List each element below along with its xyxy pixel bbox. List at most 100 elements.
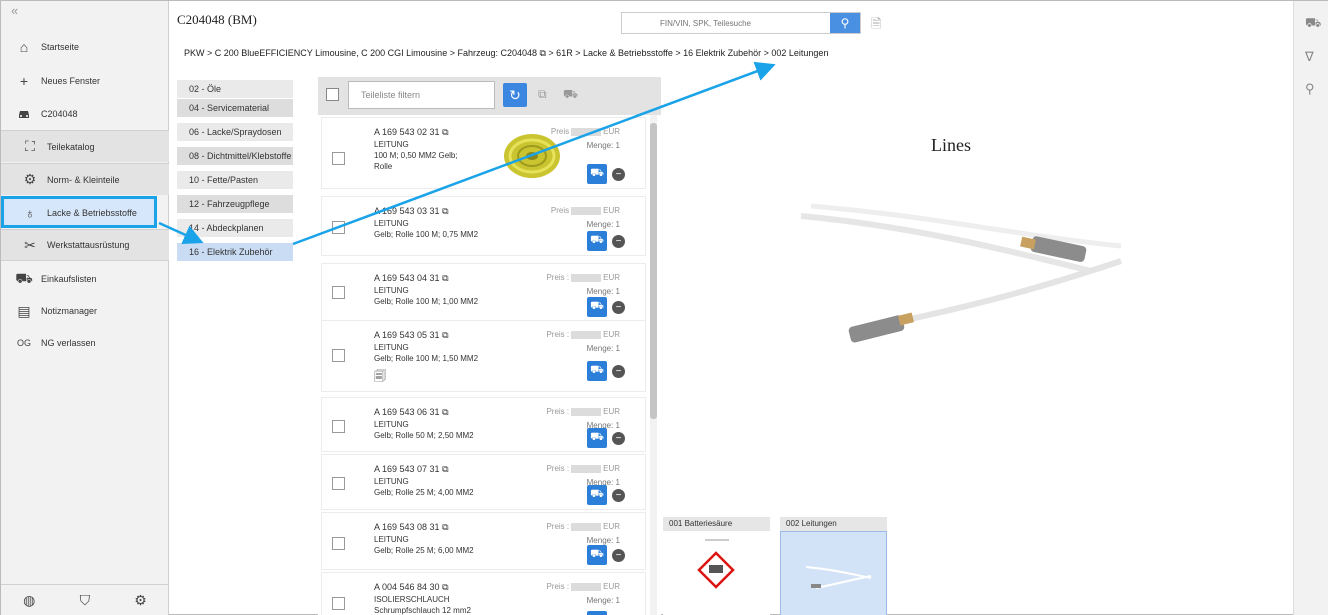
sidebar-item-werkstattausruestung[interactable]: ✂ Werkstattausrüstung	[1, 229, 169, 261]
copy-icon[interactable]: ⧉	[442, 522, 448, 532]
sidebar-item-norm-kleinteile[interactable]: ⚙ Norm- & Kleinteile	[1, 163, 169, 195]
part-price: Preis : EUR	[546, 330, 620, 339]
part-price: Preis EUR	[550, 127, 620, 136]
part-description: Gelb; Rolle 25 M; 6,00 MM2	[374, 546, 474, 555]
cart-icon[interactable]: ⛟	[1305, 15, 1321, 33]
part-number: A 169 543 08 31 ⧉	[374, 522, 449, 532]
cart-icon: ⛟	[590, 548, 604, 560]
category-item-selected[interactable]: 16 - Elektrik Zubehör	[177, 243, 293, 262]
refresh-button[interactable]: ↻	[503, 83, 527, 107]
category-item[interactable]: 14 - Abdeckplanen	[177, 219, 293, 238]
copy-icon[interactable]: ⧉	[442, 330, 448, 340]
collapse-sidebar-icon[interactable]: «	[11, 3, 18, 18]
part-checkbox[interactable]	[332, 537, 345, 550]
remove-icon[interactable]: −	[612, 489, 625, 502]
part-name: LEITUNG	[374, 420, 409, 429]
search-icon[interactable]: ⚲	[1305, 81, 1315, 97]
search-icon: ⚲	[840, 16, 850, 30]
document-search-icon[interactable]: 🗎	[871, 15, 881, 37]
part-checkbox[interactable]	[332, 221, 345, 234]
globe-icon[interactable]: ◍	[23, 592, 35, 609]
part-row: A 169 543 06 31 ⧉ LEITUNG Gelb; Rolle 50…	[321, 397, 646, 452]
breadcrumb: PKW > C 200 BlueEFFICIENCY Limousine, C …	[184, 48, 829, 58]
part-price: Preis EUR	[550, 206, 620, 215]
lines-product-image	[800, 203, 1122, 343]
add-to-cart-button[interactable]: ⛟	[587, 231, 607, 251]
sidebar-item-label: Startseite	[41, 42, 80, 52]
thumbnail-leitungen[interactable]	[780, 531, 887, 615]
search-input[interactable]	[622, 13, 830, 33]
copy-icon[interactable]: ⧉	[442, 582, 448, 592]
note-icon[interactable]: 🗐	[374, 367, 386, 388]
cart-icon: ⛟	[590, 167, 604, 179]
add-to-cart-button[interactable]: ⛟	[587, 611, 607, 615]
copy-icon[interactable]: ⧉	[442, 206, 448, 216]
cart-icon[interactable]: ⛟	[563, 87, 578, 103]
copy-icon[interactable]: ⧉	[442, 273, 448, 283]
copy-icon[interactable]: ⧉	[442, 464, 448, 474]
remove-icon[interactable]: −	[612, 235, 625, 248]
parts-filter-input[interactable]: Teileliste filtern	[348, 81, 495, 109]
copy-icon[interactable]: ⧉	[442, 407, 448, 417]
add-to-cart-button[interactable]: ⛟	[587, 297, 607, 317]
add-to-cart-button[interactable]: ⛟	[587, 361, 607, 381]
part-checkbox[interactable]	[332, 477, 345, 490]
add-to-cart-button[interactable]: ⛟	[587, 164, 607, 184]
sidebar-item-ng-verlassen[interactable]: OG NG verlassen	[1, 327, 169, 359]
part-checkbox[interactable]	[332, 597, 345, 610]
part-description: Gelb; Rolle 50 M; 2,50 MM2	[374, 431, 474, 440]
sidebar-item-teilekatalog[interactable]: ⛶ Teilekatalog	[1, 130, 169, 162]
add-to-cart-button[interactable]: ⛟	[587, 545, 607, 565]
part-number: A 169 543 03 31 ⧉	[374, 206, 449, 216]
category-item[interactable]: 04 - Servicematerial	[177, 99, 293, 118]
settings-gear-icon[interactable]: ⚙	[134, 592, 147, 609]
sidebar-item-label: Neues Fenster	[41, 76, 101, 86]
copy-icon[interactable]: ⧉	[442, 127, 448, 137]
sidebar-item-label: Teilekatalog	[47, 141, 95, 152]
category-item[interactable]: 12 - Fahrzeugpflege	[177, 195, 293, 214]
part-checkbox[interactable]	[332, 152, 345, 165]
category-item[interactable]: 06 - Lacke/Spraydosen	[177, 123, 293, 142]
category-item[interactable]: 08 - Dichtmittel/Klebstoffe	[177, 147, 293, 166]
parts-scrollbar[interactable]	[650, 115, 657, 615]
category-item[interactable]: 10 - Fette/Pasten	[177, 171, 293, 190]
part-checkbox[interactable]	[332, 286, 345, 299]
sidebar-item-notizmanager[interactable]: ▤ Notizmanager	[1, 295, 169, 327]
part-number: A 169 543 07 31 ⧉	[374, 464, 449, 474]
scroll-thumb[interactable]	[650, 123, 657, 419]
select-all-checkbox[interactable]	[326, 88, 339, 101]
home-icon: ⌂	[19, 39, 29, 55]
sidebar-item-label: NG verlassen	[41, 338, 96, 348]
part-checkbox[interactable]	[332, 420, 345, 433]
lines-thumbnail-image	[805, 566, 872, 589]
copy-icon[interactable]: ⧉	[538, 87, 547, 102]
remove-icon[interactable]: −	[612, 432, 625, 445]
remove-icon[interactable]: −	[612, 365, 625, 378]
add-to-cart-button[interactable]: ⛟	[587, 485, 607, 505]
remove-icon[interactable]: −	[612, 168, 625, 181]
search-button[interactable]: ⚲	[830, 13, 860, 33]
thumbnail-label[interactable]: 001 Batteriesäure	[663, 517, 770, 531]
remove-icon[interactable]: −	[612, 301, 625, 314]
category-item[interactable]: 02 - Öle	[177, 80, 293, 99]
sidebar-item-startseite[interactable]: ⌂ Startseite	[1, 31, 169, 63]
thumbnail-batteriesaeure[interactable]	[663, 531, 770, 615]
refresh-icon: ↻	[509, 86, 521, 103]
sidebar-item-einkaufslisten[interactable]: ⛟ Einkaufslisten	[1, 263, 169, 295]
filter-icon[interactable]: ∇	[1305, 49, 1314, 65]
part-description: Gelb; Rolle 100 M; 1,00 MM2	[374, 297, 479, 306]
add-to-cart-button[interactable]: ⛟	[587, 428, 607, 448]
search-box: ⚲	[621, 12, 861, 34]
plus-icon: +	[19, 73, 29, 89]
cart-icon: ⛟	[590, 364, 604, 376]
graduation-cap-icon[interactable]: ⛉	[80, 592, 91, 609]
thumbnail-label[interactable]: 002 Leitungen	[780, 517, 887, 531]
part-price: Preis : EUR	[546, 522, 620, 531]
sidebar-item-vehicle[interactable]: C204048	[1, 98, 169, 130]
sidebar-item-lacke-betriebsstoffe[interactable]: ♁ Lacke & Betriebsstoffe	[1, 196, 157, 228]
page-title: C204048 (BM)	[177, 12, 257, 27]
sidebar-item-neues-fenster[interactable]: + Neues Fenster	[1, 65, 169, 97]
parts-filter-bar: Teileliste filtern ↻ ⧉ ⛟	[318, 77, 661, 115]
remove-icon[interactable]: −	[612, 549, 625, 562]
part-checkbox[interactable]	[332, 349, 345, 362]
